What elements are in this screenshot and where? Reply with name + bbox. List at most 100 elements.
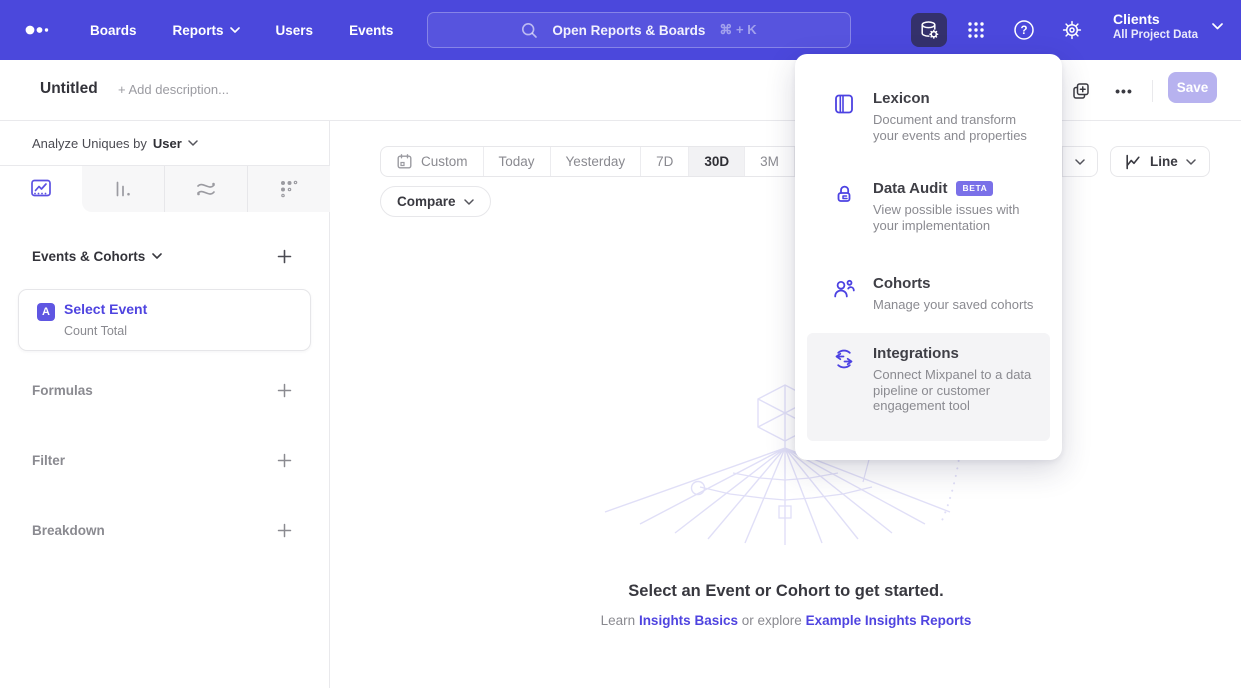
settings-button[interactable]: [1054, 13, 1090, 47]
divider: [1152, 80, 1153, 102]
menu-item-description: Manage your saved cohorts: [873, 297, 1042, 313]
compare-label: Compare: [397, 194, 456, 209]
range-label: Today: [499, 154, 535, 169]
database-gear-icon: [918, 19, 940, 41]
mixpanel-logo-icon[interactable]: [24, 22, 54, 38]
chevron-down-icon: [152, 253, 162, 259]
menu-item-data-audit[interactable]: Data Audit BETA View possible issues wit…: [807, 168, 1050, 245]
analyze-label: Analyze Uniques by: [32, 136, 147, 151]
chart-type-dropdown[interactable]: Line: [1110, 146, 1210, 177]
range-3m[interactable]: 3M: [745, 147, 795, 176]
tab-line-chart-selected[interactable]: [0, 166, 82, 212]
event-metric-label[interactable]: Count Total: [64, 324, 127, 338]
plus-icon: [277, 453, 292, 468]
learn-prefix-text: Learn: [601, 613, 636, 628]
menu-item-lexicon[interactable]: Lexicon Document and transform your even…: [807, 78, 1050, 155]
more-options-button[interactable]: •••: [1111, 78, 1137, 104]
menu-item-description: Connect Mixpanel to a data pipeline or c…: [873, 367, 1042, 414]
duplicate-icon: [1071, 81, 1091, 101]
menu-item-integrations[interactable]: Integrations Connect Mixpanel to a data …: [807, 333, 1050, 441]
menu-item-description: View possible issues with your implement…: [873, 202, 1042, 233]
ellipsis-icon: •••: [1115, 83, 1133, 99]
event-series-badge: A: [37, 303, 55, 321]
range-label: 3M: [760, 154, 779, 169]
events-cohorts-title[interactable]: Events & Cohorts: [32, 249, 162, 264]
example-reports-link[interactable]: Example Insights Reports: [806, 613, 972, 628]
nav-item-label: Users: [276, 23, 314, 38]
lexicon-book-icon: [832, 92, 856, 116]
chevron-down-icon: [1075, 159, 1085, 165]
data-management-dropdown: Lexicon Document and transform your even…: [795, 54, 1062, 460]
duplicate-report-button[interactable]: [1068, 78, 1094, 104]
events-cohorts-section: Events & Cohorts: [0, 245, 329, 267]
project-text: Clients All Project Data: [1113, 10, 1198, 43]
range-label: Yesterday: [566, 154, 626, 169]
range-yesterday[interactable]: Yesterday: [551, 147, 642, 176]
select-event-card[interactable]: A Select Event Count Total: [18, 289, 311, 351]
data-management-button[interactable]: [911, 13, 947, 47]
add-filter-button[interactable]: [275, 451, 293, 469]
range-7d[interactable]: 7D: [641, 147, 689, 176]
nav-item-label: Events: [349, 23, 393, 38]
report-title[interactable]: Untitled: [40, 80, 98, 98]
search-placeholder: Open Reports & Boards: [552, 23, 705, 38]
empty-state-title: Select an Event or Cohort to get started…: [331, 582, 1241, 601]
project-scope: All Project Data: [1113, 28, 1198, 43]
range-label: 30D: [704, 154, 729, 169]
filter-label: Filter: [32, 453, 65, 468]
global-search-input[interactable]: Open Reports & Boards ⌘ + K: [427, 12, 851, 48]
nav-item-label: Reports: [173, 23, 224, 38]
apps-grid-button[interactable]: [958, 13, 994, 47]
chevron-down-icon: [464, 199, 474, 205]
add-formula-button[interactable]: [275, 381, 293, 399]
chevron-down-icon: [1212, 23, 1223, 30]
help-button[interactable]: ?: [1006, 13, 1042, 47]
range-label: 7D: [656, 154, 673, 169]
menu-item-text: Integrations Connect Mixpanel to a data …: [873, 345, 1042, 429]
org-name: Clients: [1113, 10, 1198, 28]
breakdown-label: Breakdown: [32, 523, 105, 538]
gear-icon: [1060, 18, 1084, 42]
add-breakdown-button[interactable]: [275, 521, 293, 539]
chevron-down-icon: [230, 27, 240, 33]
menu-item-text: Cohorts Manage your saved cohorts: [873, 275, 1042, 313]
analyze-entity-dropdown[interactable]: User: [153, 136, 182, 151]
nav-item-boards[interactable]: Boards: [90, 23, 137, 38]
menu-item-cohorts[interactable]: Cohorts Manage your saved cohorts: [807, 263, 1050, 325]
chevron-down-icon[interactable]: [188, 140, 198, 146]
nav-item-events[interactable]: Events: [349, 23, 393, 38]
chart-type-label: Line: [1150, 154, 1178, 169]
top-navigation-bar: Boards Reports Users Events Open Reports…: [0, 0, 1241, 60]
insights-basics-link[interactable]: Insights Basics: [639, 613, 738, 628]
range-today[interactable]: Today: [484, 147, 551, 176]
integrations-sync-icon: [832, 347, 856, 371]
line-chart-icon: [1124, 153, 1142, 171]
section-label: Events & Cohorts: [32, 249, 145, 264]
cohorts-people-icon: [832, 277, 856, 301]
calendar-icon: [396, 153, 413, 170]
range-30d-selected[interactable]: 30D: [689, 147, 745, 176]
range-custom[interactable]: Custom: [381, 147, 484, 176]
nav-menu: Boards Reports Users Events: [90, 23, 393, 38]
formulas-section: Formulas: [0, 379, 329, 401]
select-event-label[interactable]: Select Event: [64, 301, 147, 317]
compare-button[interactable]: Compare: [380, 186, 491, 217]
menu-item-title: Cohorts: [873, 275, 931, 292]
help-icon: ?: [1012, 18, 1036, 42]
chart-type-tabs: [0, 166, 330, 212]
search-shortcut: ⌘ + K: [719, 22, 756, 38]
menu-item-title: Data Audit: [873, 180, 947, 197]
query-builder-sidebar: Analyze Uniques by User: [0, 121, 330, 688]
insights-report-page: Boards Reports Users Events Open Reports…: [0, 0, 1241, 688]
menu-item-title: Lexicon: [873, 90, 930, 107]
menu-item-text: Data Audit BETA View possible issues wit…: [873, 180, 1042, 233]
nav-item-reports[interactable]: Reports: [173, 23, 240, 38]
chart-canvas-area: Custom Today Yesterday 7D 30D 3M 6M Comp…: [331, 121, 1241, 688]
nav-item-users[interactable]: Users: [276, 23, 314, 38]
add-description-field[interactable]: + Add description...: [118, 82, 229, 97]
project-selector[interactable]: Clients All Project Data: [1113, 10, 1223, 43]
add-event-button[interactable]: [275, 247, 293, 265]
save-button[interactable]: Save: [1168, 72, 1217, 103]
filter-section: Filter: [0, 449, 329, 471]
range-more-dropdown[interactable]: [1063, 147, 1097, 176]
